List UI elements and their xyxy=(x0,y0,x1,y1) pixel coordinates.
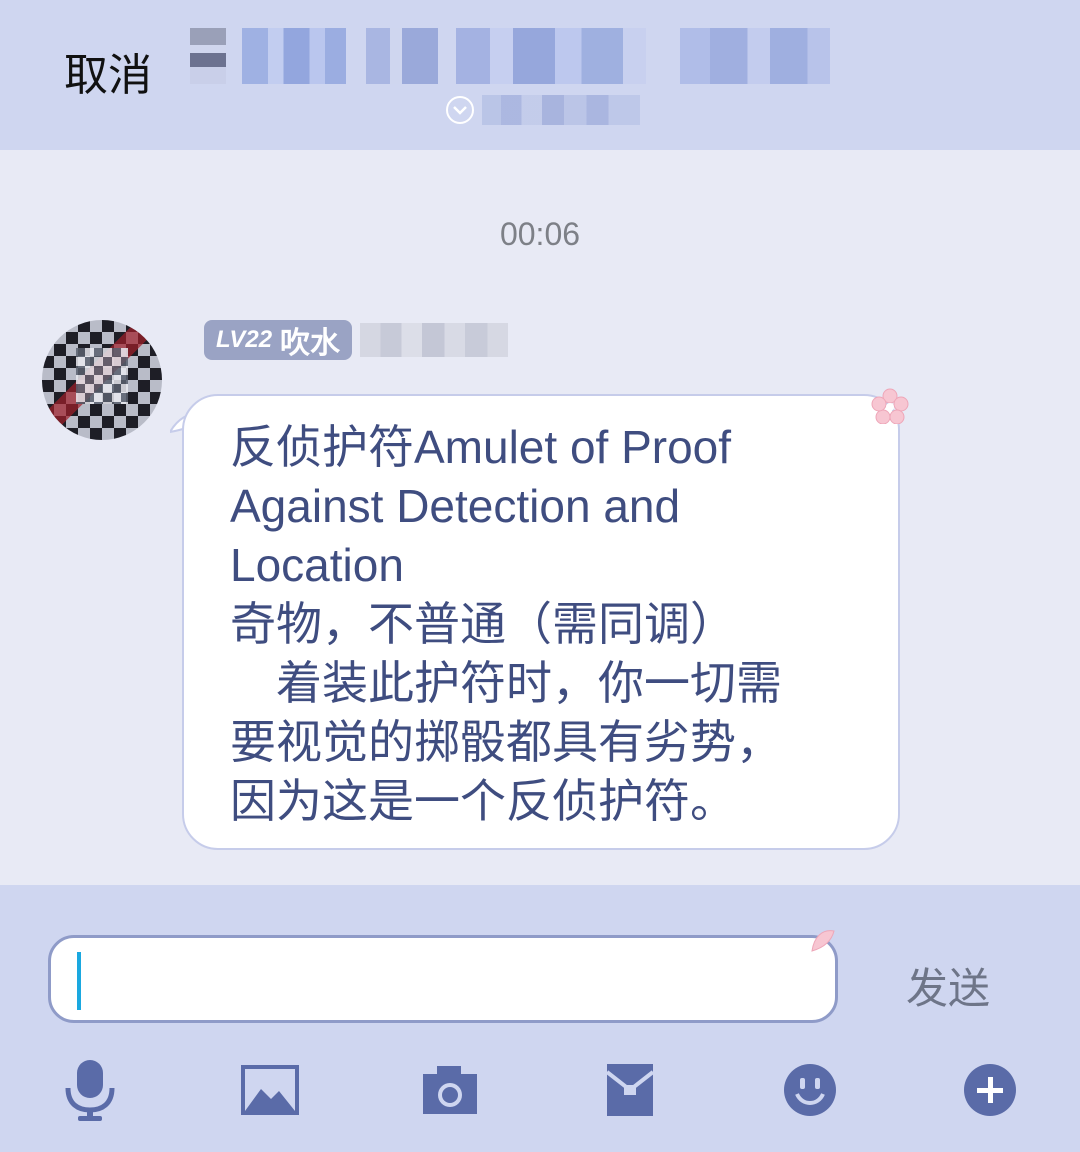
microphone-icon[interactable] xyxy=(55,1055,125,1125)
input-flower-icon xyxy=(811,930,835,952)
send-button[interactable]: 发送 xyxy=(906,955,990,1016)
level-label: LV22 xyxy=(216,326,273,353)
chevron-down-icon xyxy=(446,96,474,124)
message-timestamp: 00:06 xyxy=(499,216,581,252)
bubble-flower-icon xyxy=(871,388,909,424)
message-input[interactable] xyxy=(48,935,838,1023)
chat-header: 取消 xyxy=(0,0,1080,150)
text-caret xyxy=(77,952,81,1010)
message-bubble[interactable]: 反侦护符Amulet of Proof Against Detection an… xyxy=(182,394,900,850)
image-icon[interactable] xyxy=(235,1055,305,1125)
input-toolbar xyxy=(0,1055,1080,1125)
sender-name-redacted[interactable] xyxy=(360,323,509,357)
level-badge: LV22 吹水 xyxy=(204,320,353,361)
group-title-redacted xyxy=(190,28,840,84)
emoji-icon[interactable] xyxy=(775,1055,845,1125)
plus-icon[interactable] xyxy=(955,1055,1025,1125)
cancel-button[interactable]: 取消 xyxy=(64,46,152,106)
group-subtitle[interactable] xyxy=(446,92,640,128)
camera-icon[interactable] xyxy=(415,1055,485,1125)
red-packet-icon[interactable] xyxy=(595,1055,665,1125)
message-text: 反侦护符Amulet of Proof Against Detection an… xyxy=(230,421,782,827)
member-title: 吹水 xyxy=(280,326,341,361)
group-subtitle-redacted xyxy=(482,95,640,125)
message-list[interactable]: 00:06 LV22 吹水 反侦护符Amulet of Proof Agains… xyxy=(0,150,1080,885)
sender-info: LV22 吹水 xyxy=(204,320,509,361)
avatar[interactable] xyxy=(42,320,162,440)
input-bar: 发送 xyxy=(0,885,1080,1152)
